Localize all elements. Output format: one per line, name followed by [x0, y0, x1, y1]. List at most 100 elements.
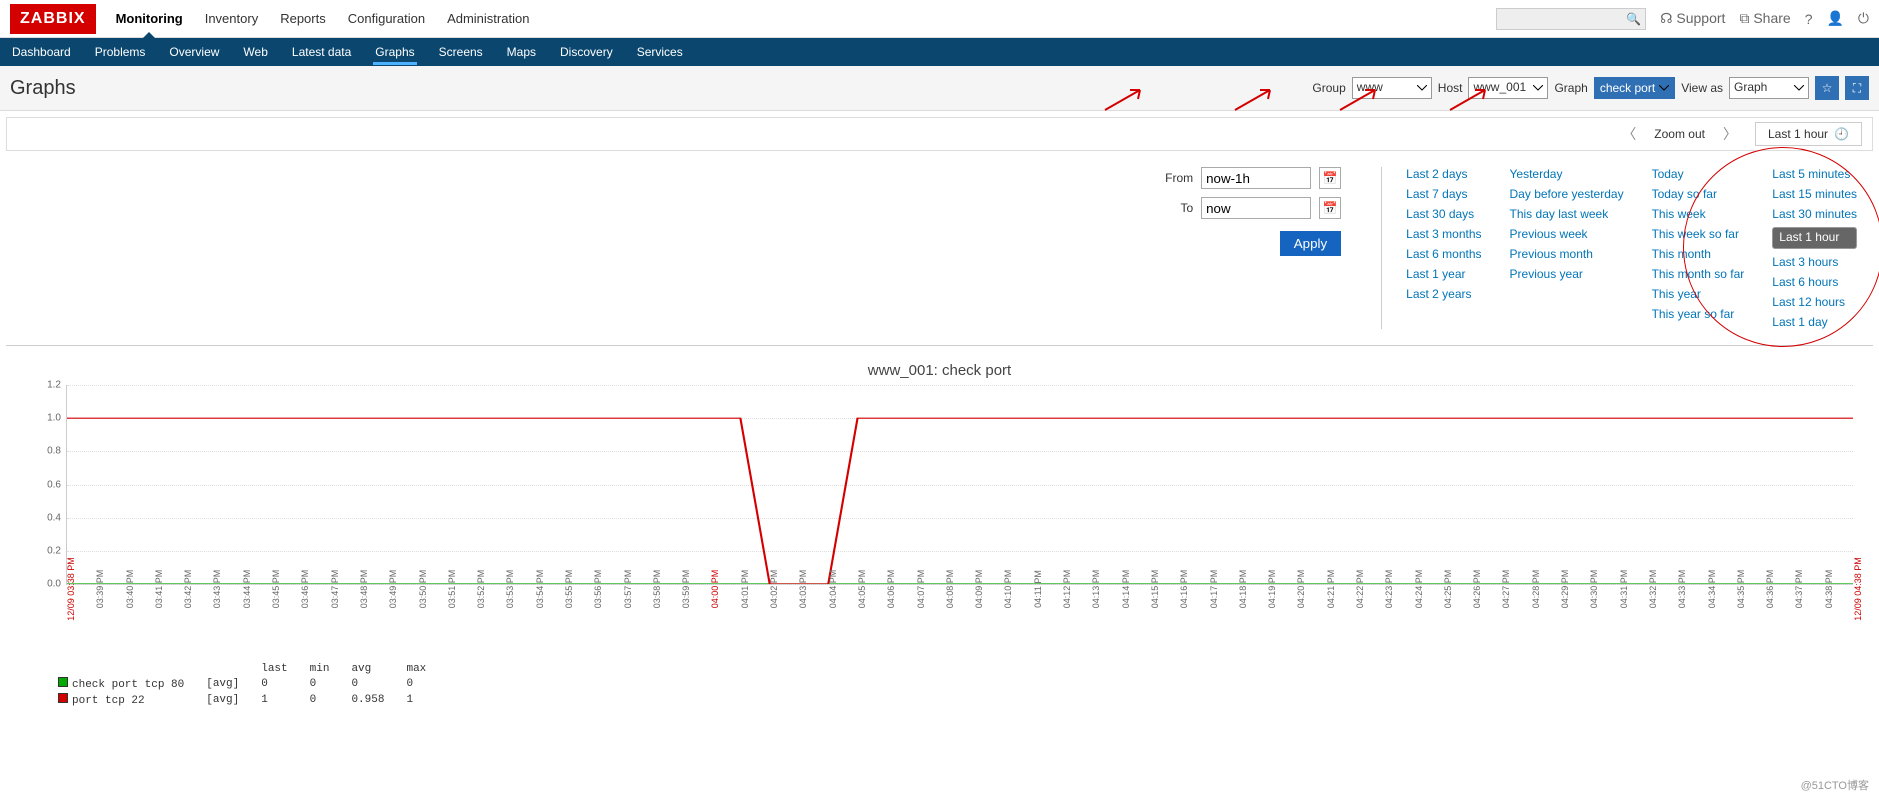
x-tick: 03:54 PM [535, 570, 545, 609]
x-tick: 03:55 PM [564, 570, 574, 609]
x-tick: 04:23 PM [1384, 570, 1394, 609]
x-tick: 04:06 PM [886, 570, 896, 609]
time-bar: 〈 Zoom out 〉 Last 1 hour 🕘 [6, 117, 1873, 151]
share-link[interactable]: ⧉ Share [1739, 10, 1790, 27]
page-title: Graphs [10, 77, 76, 100]
mainmenu-item-monitoring[interactable]: Monitoring [116, 11, 183, 26]
submenu-item-problems[interactable]: Problems [93, 39, 148, 65]
group-label: Group [1312, 81, 1345, 95]
quick-range[interactable]: Previous month [1510, 247, 1624, 261]
group-select[interactable]: www [1352, 77, 1432, 99]
from-input[interactable] [1201, 167, 1311, 189]
quick-range[interactable]: This month so far [1652, 267, 1745, 281]
quick-range[interactable]: Last 3 months [1406, 227, 1481, 241]
quick-range[interactable]: Last 1 day [1772, 315, 1857, 329]
x-tick: 04:07 PM [916, 570, 926, 609]
search-input[interactable]: 🔍 [1496, 8, 1646, 30]
quick-range[interactable]: This month [1652, 247, 1745, 261]
submenu-item-discovery[interactable]: Discovery [558, 39, 615, 65]
next-range[interactable]: 〉 [1723, 124, 1737, 144]
quick-range[interactable]: Last 30 days [1406, 207, 1481, 221]
x-tick: 04:25 PM [1443, 570, 1453, 609]
user-icon[interactable]: 👤 [1826, 10, 1843, 27]
mainmenu-item-administration[interactable]: Administration [447, 11, 529, 26]
quick-range[interactable]: Last 7 days [1406, 187, 1481, 201]
quick-range[interactable]: Previous year [1510, 267, 1624, 281]
quick-range[interactable]: Last 2 years [1406, 287, 1481, 301]
to-calendar-icon[interactable]: 📅 [1319, 197, 1341, 219]
quick-range[interactable]: Last 12 hours [1772, 295, 1857, 309]
quick-range[interactable]: Last 15 minutes [1772, 187, 1857, 201]
quick-ranges: Last 2 days Last 7 days Last 30 days Last 3… [1381, 167, 1857, 329]
x-tick: 03:40 PM [125, 570, 135, 609]
x-tick: 03:50 PM [418, 570, 428, 609]
quick-range[interactable]: Last 6 hours [1772, 275, 1857, 289]
x-tick: 03:56 PM [593, 570, 603, 609]
x-axis-labels: 12/09 03:38 PM03:39 PM03:40 PM03:41 PM03… [66, 585, 1853, 645]
quick-range[interactable]: Last 1 year [1406, 267, 1481, 281]
quick-range[interactable]: Last 3 hours [1772, 255, 1857, 269]
chart-legend: lastminavgmaxcheck port tcp 80[avg]0000p… [46, 661, 1853, 709]
graph-select[interactable]: check port [1594, 77, 1675, 99]
apply-button[interactable]: Apply [1280, 231, 1341, 256]
clock-icon: 🕘 [1834, 127, 1849, 141]
x-tick: 04:09 PM [974, 570, 984, 609]
x-tick: 04:16 PM [1179, 570, 1189, 609]
mainmenu-item-configuration[interactable]: Configuration [348, 11, 425, 26]
logo[interactable]: ZABBIX [10, 4, 96, 34]
fullscreen-button[interactable]: ⛶ [1845, 76, 1869, 100]
quick-range[interactable]: This week [1652, 207, 1745, 221]
favorite-button[interactable]: ☆ [1815, 76, 1839, 100]
submenu-item-graphs[interactable]: Graphs [373, 39, 416, 65]
mainmenu-item-reports[interactable]: Reports [280, 11, 326, 26]
help-icon[interactable]: ? [1805, 11, 1813, 27]
from-calendar-icon[interactable]: 📅 [1319, 167, 1341, 189]
quick-range[interactable]: Last 5 minutes [1772, 167, 1857, 181]
submenu-item-latest-data[interactable]: Latest data [290, 39, 353, 65]
submenu-item-services[interactable]: Services [635, 39, 685, 65]
prev-range[interactable]: 〈 [1622, 124, 1636, 144]
x-tick: 03:47 PM [330, 570, 340, 609]
x-tick: 04:13 PM [1091, 570, 1101, 609]
submenu-item-screens[interactable]: Screens [437, 39, 485, 65]
from-label: From [1165, 171, 1193, 185]
x-tick: 04:19 PM [1267, 570, 1277, 609]
x-tick: 04:30 PM [1589, 570, 1599, 609]
quick-range[interactable]: Last 6 months [1406, 247, 1481, 261]
quick-range[interactable]: This year so far [1652, 307, 1745, 321]
x-tick: 04:02 PM [769, 570, 779, 609]
zoom-out[interactable]: Zoom out [1654, 127, 1705, 141]
support-link[interactable]: ☊ Support [1660, 10, 1725, 27]
x-tick: 04:21 PM [1326, 570, 1336, 609]
quick-range[interactable]: Last 30 minutes [1772, 207, 1857, 221]
submenu-item-overview[interactable]: Overview [167, 39, 221, 65]
x-tick: 03:39 PM [95, 570, 105, 609]
x-tick: 04:11 PM [1033, 570, 1043, 608]
submenu-item-web[interactable]: Web [241, 39, 269, 65]
mainmenu-item-inventory[interactable]: Inventory [205, 11, 258, 26]
to-input[interactable] [1201, 197, 1311, 219]
x-tick: 03:59 PM [681, 570, 691, 609]
submenu-item-maps[interactable]: Maps [505, 39, 538, 65]
viewas-select[interactable]: Graph [1729, 77, 1809, 99]
quick-range[interactable]: Last 2 days [1406, 167, 1481, 181]
quick-range[interactable]: This day last week [1510, 207, 1624, 221]
quick-range[interactable]: Yesterday [1510, 167, 1624, 181]
current-range-tab[interactable]: Last 1 hour 🕘 [1755, 122, 1862, 146]
host-select[interactable]: www_001 [1468, 77, 1548, 99]
x-tick: 04:32 PM [1648, 570, 1658, 609]
x-tick: 04:10 PM [1003, 570, 1013, 609]
quick-range[interactable]: Today so far [1652, 187, 1745, 201]
x-tick: 12/09 04:38 PM [1853, 557, 1863, 621]
quick-range[interactable]: Last 1 hour [1772, 227, 1857, 249]
submenu-item-dashboard[interactable]: Dashboard [10, 39, 73, 65]
x-tick: 04:17 PM [1209, 570, 1219, 609]
quick-range[interactable]: This year [1652, 287, 1745, 301]
quick-range[interactable]: Previous week [1510, 227, 1624, 241]
x-tick: 04:29 PM [1560, 570, 1570, 609]
quick-range[interactable]: Today [1652, 167, 1745, 181]
quick-range[interactable]: This week so far [1652, 227, 1745, 241]
quick-range[interactable]: Day before yesterday [1510, 187, 1624, 201]
x-tick: 03:53 PM [505, 570, 515, 609]
power-icon[interactable]: ⏻ [1858, 10, 1869, 27]
